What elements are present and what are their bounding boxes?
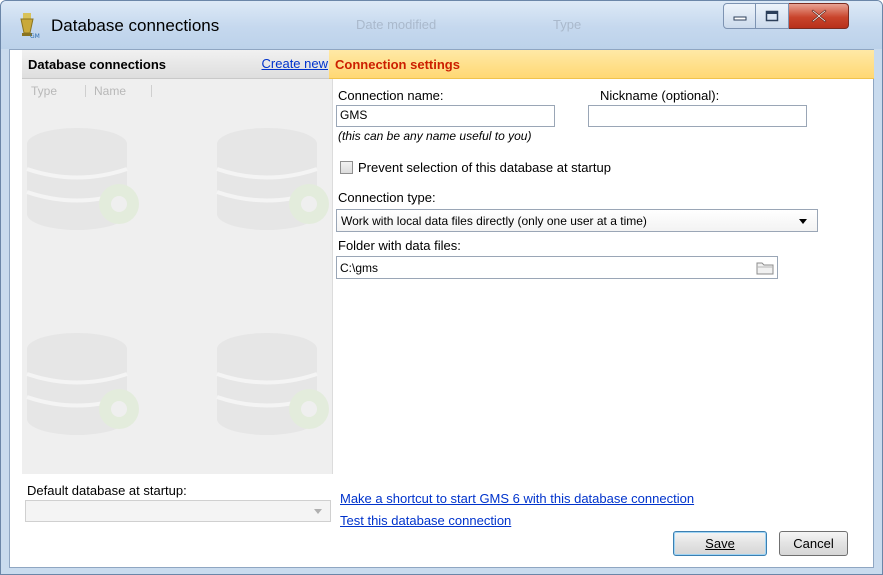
- maximize-button[interactable]: [756, 3, 789, 29]
- ghost-header-date: Date modified: [356, 17, 437, 32]
- close-button[interactable]: [789, 3, 849, 29]
- chevron-down-icon: [314, 509, 322, 514]
- connection-settings-header: Connection settings: [329, 50, 874, 79]
- minimize-icon: [733, 16, 746, 21]
- test-connection-link[interactable]: Test this database connection: [340, 513, 511, 528]
- connection-type-value: Work with local data files directly (onl…: [341, 214, 647, 228]
- nickname-label: Nickname (optional):: [600, 88, 720, 103]
- window-controls: [723, 3, 849, 31]
- cancel-button[interactable]: Cancel: [779, 531, 848, 556]
- connection-settings-title: Connection settings: [335, 57, 460, 72]
- connections-list-title: Database connections: [28, 57, 166, 72]
- connections-list-header: Database connections Create new: [22, 50, 332, 79]
- connections-list[interactable]: Type Name: [22, 79, 333, 474]
- dialog-client-area: Database connections Create new Type Nam…: [9, 49, 874, 568]
- nickname-input[interactable]: [588, 105, 807, 127]
- database-watermark-icon: [25, 126, 331, 437]
- maximize-icon: [765, 10, 779, 22]
- connection-type-select[interactable]: Work with local data files directly (onl…: [336, 209, 818, 232]
- prevent-selection-label[interactable]: Prevent selection of this database at st…: [358, 160, 611, 175]
- database-app-icon: GM: [20, 13, 40, 39]
- chevron-down-icon: [799, 219, 807, 224]
- folder-value: C:\gms: [340, 261, 379, 275]
- window-title: Database connections: [51, 16, 220, 35]
- save-button[interactable]: Save: [673, 531, 767, 556]
- prevent-selection-checkbox[interactable]: [340, 161, 353, 174]
- folder-icon[interactable]: [755, 259, 775, 276]
- ghost-header-type: Type: [553, 17, 582, 32]
- save-button-label: Save: [705, 536, 735, 551]
- svg-text:GM: GM: [30, 33, 40, 39]
- folder-input[interactable]: C:\gms: [336, 256, 778, 279]
- connection-name-hint: (this can be any name useful to you): [338, 129, 532, 143]
- folder-label: Folder with data files:: [338, 238, 461, 253]
- create-shortcut-link[interactable]: Make a shortcut to start GMS 6 with this…: [340, 491, 694, 506]
- create-new-link[interactable]: Create new: [262, 56, 328, 71]
- dialog-window: GM Database connections Date modified Ty…: [0, 0, 883, 575]
- close-icon: [811, 9, 826, 23]
- minimize-button[interactable]: [723, 3, 756, 29]
- cancel-button-label: Cancel: [793, 536, 834, 551]
- default-database-select[interactable]: [25, 500, 331, 522]
- connection-name-label: Connection name:: [338, 88, 444, 103]
- title-bar[interactable]: GM Database connections Date modified Ty…: [1, 1, 882, 49]
- connection-name-input[interactable]: GMS: [336, 105, 555, 127]
- default-database-label: Default database at startup:: [27, 483, 187, 498]
- connection-type-label: Connection type:: [338, 190, 436, 205]
